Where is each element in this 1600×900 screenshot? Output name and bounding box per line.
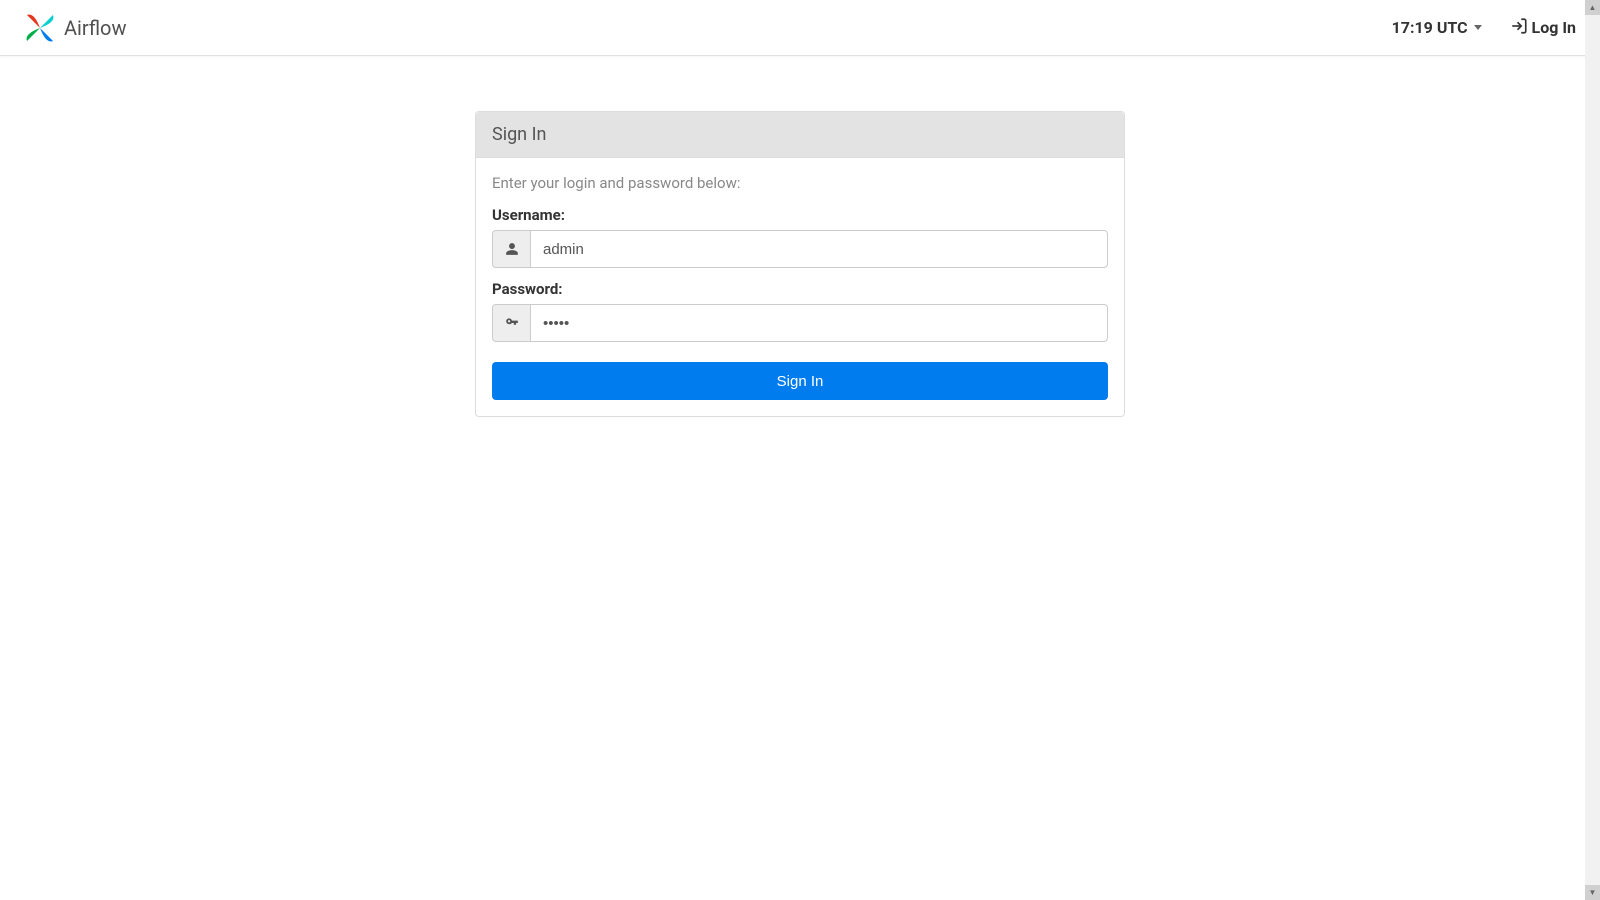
username-label: Username: <box>492 206 1108 224</box>
login-link-text: Log In <box>1532 18 1576 37</box>
login-icon <box>1510 17 1528 39</box>
password-group: Password: <box>492 280 1108 342</box>
panel-title: Sign In <box>492 124 1108 145</box>
navbar: Airflow 17:19 UTC Log In <box>0 0 1600 56</box>
panel-header: Sign In <box>476 112 1124 158</box>
panel-body: Enter your login and password below: Use… <box>476 158 1124 416</box>
brand-text: Airflow <box>64 16 126 40</box>
signin-button[interactable]: Sign In <box>492 362 1108 400</box>
username-input-group <box>492 230 1108 268</box>
chevron-down-icon <box>1474 25 1482 30</box>
navbar-right: 17:19 UTC Log In <box>1392 17 1576 39</box>
key-icon <box>492 304 530 342</box>
brand[interactable]: Airflow <box>24 12 126 44</box>
password-label: Password: <box>492 280 1108 298</box>
username-group: Username: <box>492 206 1108 268</box>
time-dropdown[interactable]: 17:19 UTC <box>1392 18 1482 37</box>
login-link[interactable]: Log In <box>1510 17 1576 39</box>
instruction-text: Enter your login and password below: <box>492 174 1108 192</box>
time-text: 17:19 UTC <box>1392 18 1468 37</box>
password-input[interactable] <box>530 304 1108 342</box>
scroll-down-icon[interactable]: ▼ <box>1585 885 1600 900</box>
scrollbar[interactable]: ▲ ▼ <box>1585 0 1600 900</box>
username-input[interactable] <box>530 230 1108 268</box>
user-icon <box>492 230 530 268</box>
scroll-up-icon[interactable]: ▲ <box>1585 0 1600 15</box>
password-input-group <box>492 304 1108 342</box>
signin-panel: Sign In Enter your login and password be… <box>475 111 1125 417</box>
airflow-pinwheel-icon <box>24 12 56 44</box>
